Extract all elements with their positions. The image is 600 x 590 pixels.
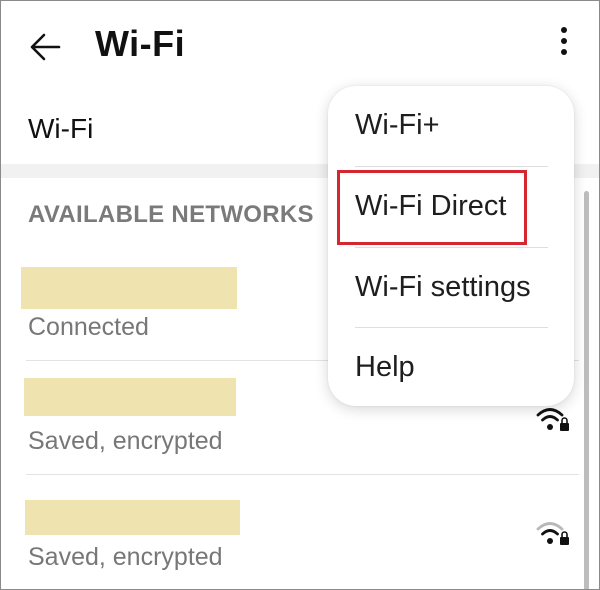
menu-item-wifi-settings[interactable]: Wi-Fi settings (328, 248, 574, 328)
menu-item-help[interactable]: Help (328, 328, 574, 408)
network-item[interactable]: Saved, encrypted (1, 475, 579, 589)
wifi-lock-icon (536, 522, 569, 545)
network-status: Saved, encrypted (28, 427, 223, 455)
app-bar: Wi-Fi (1, 1, 599, 91)
wifi-lock-icon (536, 408, 569, 431)
more-dot (561, 49, 567, 55)
menu-item-label: Wi-Fi Direct (355, 190, 507, 222)
arrow-left-icon (30, 33, 61, 61)
overflow-menu: Wi-Fi+ Wi-Fi Direct Wi-Fi settings Help (328, 86, 574, 406)
menu-item-label: Wi-Fi+ (355, 109, 440, 141)
back-button[interactable] (27, 29, 63, 65)
network-ssid-redacted (21, 267, 237, 309)
network-ssid-redacted (25, 500, 240, 535)
menu-item-wifi-plus[interactable]: Wi-Fi+ (328, 86, 574, 166)
page-title: Wi-Fi (95, 23, 186, 64)
network-ssid-redacted (24, 378, 236, 416)
more-options-button[interactable] (553, 27, 575, 67)
network-status: Saved, encrypted (28, 543, 223, 571)
wifi-screen: Wi-Fi Wi-Fi AVAILABLE NETWORKS Connected… (0, 0, 600, 590)
scrollbar[interactable] (584, 191, 589, 589)
menu-item-label: Wi-Fi settings (355, 271, 531, 303)
menu-item-label: Help (355, 351, 415, 383)
more-vertical-icon (561, 27, 567, 33)
wifi-toggle-label: Wi-Fi (28, 113, 94, 144)
more-dot (561, 38, 567, 44)
network-status: Connected (28, 313, 149, 341)
menu-item-wifi-direct[interactable]: Wi-Fi Direct (328, 167, 574, 247)
available-networks-header: AVAILABLE NETWORKS (28, 201, 314, 228)
